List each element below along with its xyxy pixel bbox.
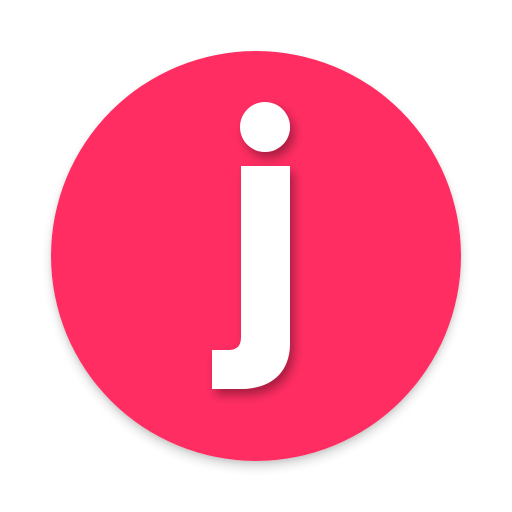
letter-j-logo-icon <box>51 51 461 461</box>
app-icon-canvas: j <box>0 0 512 512</box>
